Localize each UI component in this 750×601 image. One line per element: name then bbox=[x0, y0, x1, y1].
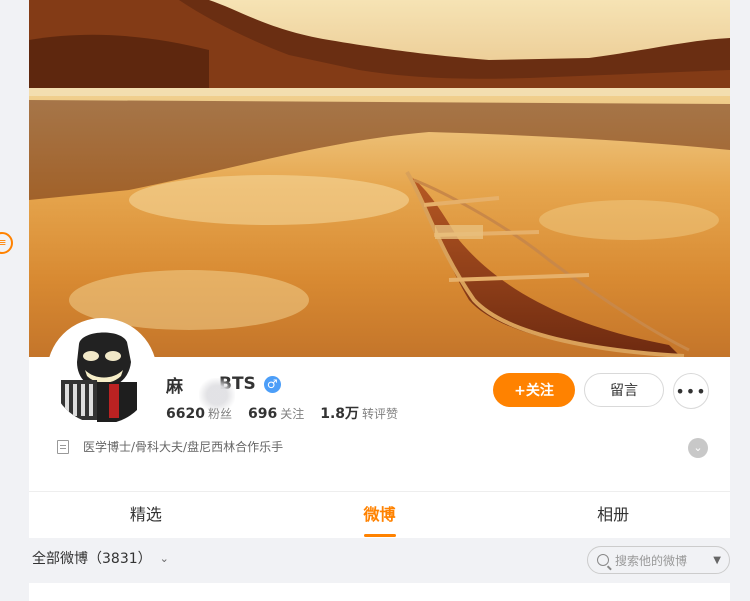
feed-filter[interactable]: 全部微博（3831） ⌄ bbox=[32, 548, 169, 568]
bio-text: 医学博士/骨科大夫/盘尼西林合作乐手 bbox=[83, 440, 284, 454]
username-row: 麻 BTS ♂ bbox=[166, 371, 281, 412]
more-options-button[interactable]: ••• bbox=[673, 373, 709, 409]
following-count[interactable]: 696 bbox=[248, 406, 277, 422]
followers-label[interactable]: 粉丝 bbox=[208, 405, 232, 422]
username-prefix[interactable]: 麻 bbox=[166, 372, 183, 397]
doc-icon bbox=[57, 439, 69, 454]
chevron-down-icon[interactable]: ⌄ bbox=[688, 438, 708, 458]
profile-card: 麻 BTS ♂ 6620 粉丝 696 关注 1.8万 转评赞 +关注 留言 •… bbox=[29, 0, 730, 538]
interactions-count: 1.8万 bbox=[320, 406, 360, 422]
search-placeholder: 搜索他的微博 bbox=[615, 553, 688, 568]
profile-tabs: 精选 微博 相册 bbox=[29, 492, 730, 538]
follow-button[interactable]: +关注 bbox=[493, 373, 575, 407]
bio-row: 医学博士/骨科大夫/盘尼西林合作乐手 bbox=[57, 438, 283, 455]
tab-featured[interactable]: 精选 bbox=[29, 492, 263, 538]
feed-filter-label[interactable]: 全部微博（3831） bbox=[32, 548, 152, 568]
following-label[interactable]: 关注 bbox=[280, 405, 304, 422]
search-icon bbox=[597, 554, 609, 566]
cover-image bbox=[29, 0, 730, 357]
tab-album[interactable]: 相册 bbox=[496, 492, 730, 538]
followers-count[interactable]: 6620 bbox=[166, 406, 205, 422]
message-button[interactable]: 留言 bbox=[584, 373, 664, 407]
caret-down-icon[interactable]: ▼ bbox=[713, 555, 721, 566]
profile-stats: 6620 粉丝 696 关注 1.8万 转评赞 bbox=[166, 403, 414, 423]
feed-card bbox=[29, 583, 730, 601]
chevron-down-icon[interactable]: ⌄ bbox=[160, 552, 169, 565]
interactions-label: 转评赞 bbox=[362, 407, 399, 421]
male-icon: ♂ bbox=[263, 375, 281, 393]
side-edge-icon[interactable]: ≡ bbox=[0, 232, 13, 254]
tab-weibo[interactable]: 微博 bbox=[263, 492, 497, 538]
avatar[interactable] bbox=[47, 318, 157, 428]
search-input[interactable]: 搜索他的微博 ▼ bbox=[587, 546, 730, 574]
